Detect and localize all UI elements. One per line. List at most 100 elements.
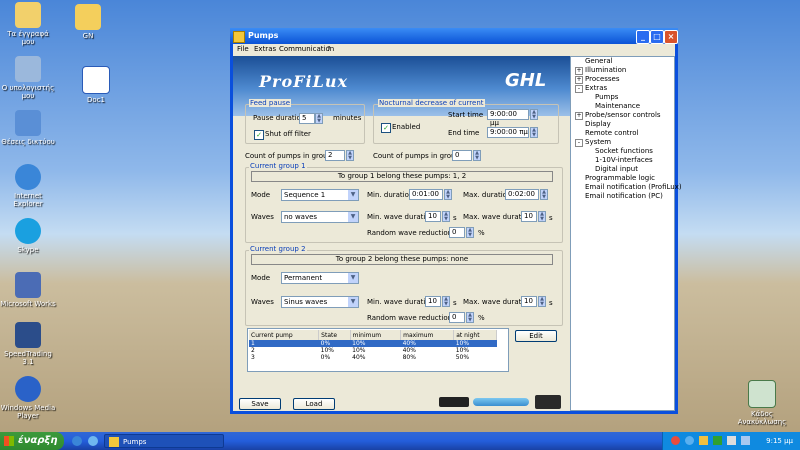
tree-item-extras[interactable]: - Extras [575, 84, 607, 93]
volume-icon[interactable] [727, 436, 736, 445]
media-quicklaunch-icon[interactable] [88, 436, 98, 446]
tree-item-processes[interactable]: + Processes [575, 75, 620, 84]
column-header-maximum[interactable]: maximum [400, 330, 455, 340]
tree-item-probe-sensor[interactable]: + Probe/sensor controls [575, 111, 661, 120]
close-button[interactable]: × [664, 30, 678, 44]
pause-duration-input[interactable]: 5 [299, 113, 315, 124]
tree-item-system[interactable]: - System [575, 138, 611, 147]
table-row[interactable]: 3 0% 40% 80% 50% [249, 354, 497, 361]
group2-min-wave-spinner[interactable]: ▲ ▼ [442, 296, 450, 307]
tray-icon[interactable] [671, 436, 680, 445]
table-cell: 40% [402, 347, 416, 354]
tree-item-digital-input[interactable]: Digital input [595, 165, 638, 173]
count-group1-input[interactable]: 2 [325, 150, 345, 161]
start-button[interactable]: έναρξη [0, 432, 64, 450]
expand-icon[interactable]: + [575, 67, 583, 75]
menu-help[interactable]: ? [327, 45, 331, 53]
desktop-icon-gn[interactable]: GN [60, 4, 116, 40]
group2-mode-label: Mode [251, 274, 271, 282]
table-row[interactable]: 1 0% 10% 40% 10% [249, 340, 497, 347]
group2-max-wave-spinner[interactable]: ▲ ▼ [538, 296, 546, 307]
tray-icon[interactable] [699, 436, 708, 445]
group1-min-wave-spinner[interactable]: ▲ ▼ [442, 211, 450, 222]
network-icon[interactable] [741, 436, 750, 445]
column-header-minimum[interactable]: minimum [350, 330, 402, 340]
tray-icon[interactable] [713, 436, 722, 445]
minimize-button[interactable]: _ [636, 30, 650, 44]
nocturnal-enabled-checkbox[interactable]: ✓ [381, 123, 391, 133]
count-group2-input[interactable]: 0 [452, 150, 472, 161]
tree-item-1-10v-interfaces[interactable]: 1-10V-interfaces [595, 156, 653, 164]
group1-min-duration-input[interactable]: 0:01:00 [409, 189, 443, 200]
table-row[interactable]: 2 10% 10% 40% 10% [249, 347, 497, 354]
end-time-input[interactable]: 9:00:00 πμ [487, 127, 529, 138]
tree-item-email-profilux[interactable]: Email notification (ProfiLux) [585, 183, 682, 191]
tree-item-label: Display [585, 120, 611, 128]
group1-max-wave-spinner[interactable]: ▲ ▼ [538, 211, 546, 222]
tree-item-socket-functions[interactable]: Socket functions [595, 147, 653, 155]
desktop-icon-network[interactable]: Θέσεις δικτύου [0, 110, 56, 146]
desktop-icon-skype[interactable]: Skype [0, 218, 56, 254]
menu-file[interactable]: File [237, 45, 249, 53]
start-time-input[interactable]: 9:00:00 μμ [487, 109, 529, 127]
expand-icon[interactable]: + [575, 76, 583, 84]
group1-max-wave-input[interactable]: 10 [521, 211, 537, 222]
group1-max-duration-input[interactable]: 0:02:00 [505, 189, 539, 200]
group1-waves-select[interactable]: no waves ▼ [281, 211, 359, 223]
group1-min-duration-spinner[interactable]: ▲ ▼ [444, 189, 452, 200]
save-button[interactable]: Save [239, 398, 281, 410]
group1-min-wave-input[interactable]: 10 [425, 211, 441, 222]
tree-item-maintenance[interactable]: Maintenance [595, 102, 640, 110]
my-documents-icon [15, 2, 41, 28]
desktop-icon-media-player[interactable]: Windows Media Player [0, 376, 56, 420]
pause-duration-spinner[interactable]: ▲ ▼ [315, 113, 323, 124]
group1-max-duration-spinner[interactable]: ▲ ▼ [540, 189, 548, 200]
group2-random-spinner[interactable]: ▲ ▼ [466, 312, 474, 323]
group2-waves-select[interactable]: Sinus waves ▼ [281, 296, 359, 308]
ie-quicklaunch-icon[interactable] [72, 436, 82, 446]
edit-button[interactable]: Edit [515, 330, 557, 342]
recycle-bin-icon [748, 380, 776, 408]
maximize-button[interactable]: □ [650, 30, 664, 44]
desktop-icon-my-computer[interactable]: Ο υπολογιστής μου [0, 56, 56, 100]
tree-item-illumination[interactable]: + Illumination [575, 66, 626, 75]
tree-item-remote-control[interactable]: Remote control [585, 129, 639, 137]
start-time-spinner[interactable]: ▲ ▼ [530, 109, 538, 120]
group1-mode-select[interactable]: Sequence 1 ▼ [281, 189, 359, 201]
title-bar[interactable]: Pumps _ □ × [230, 28, 678, 44]
column-header-state[interactable]: State [318, 330, 351, 340]
desktop-icon-doc1[interactable]: Doc1 [68, 66, 124, 104]
desktop-icon-speedtrading[interactable]: SpeedTrading 3.1 [0, 322, 56, 366]
column-header-at-night[interactable]: at night [453, 330, 497, 340]
end-time-spinner[interactable]: ▲ ▼ [530, 127, 538, 138]
desktop-icon-recycle-bin[interactable]: Κάδος Ανακύκλωσης [734, 380, 790, 426]
taskbar-item-pumps[interactable]: Pumps [104, 434, 224, 448]
pump-table-grid: Current pump State minimum maximum at ni… [249, 330, 497, 361]
count-group1-spinner[interactable]: ▲ ▼ [346, 150, 354, 161]
group2-mode-select[interactable]: Permanent ▼ [281, 272, 359, 284]
desktop-icon-ie[interactable]: Internet Explorer [0, 164, 56, 208]
group2-max-wave-input[interactable]: 10 [521, 296, 537, 307]
desktop-icon-works[interactable]: Microsoft Works [0, 272, 56, 308]
expand-icon[interactable]: + [575, 112, 583, 120]
tree-item-general[interactable]: General [585, 57, 613, 65]
group2-min-wave-input[interactable]: 10 [425, 296, 441, 307]
tree-item-programmable-logic[interactable]: Programmable logic [585, 174, 655, 182]
collapse-icon[interactable]: - [575, 139, 583, 147]
menu-extras[interactable]: Extras [254, 45, 276, 53]
group1-random-input[interactable]: 0 [449, 227, 465, 238]
tray-icon[interactable] [685, 436, 694, 445]
collapse-icon[interactable]: - [575, 85, 583, 93]
shutoff-filter-checkbox[interactable]: ✓ [254, 130, 264, 140]
column-header-current-pump[interactable]: Current pump [249, 330, 320, 340]
start-label: έναρξη [18, 435, 58, 446]
count-group2-spinner[interactable]: ▲ ▼ [473, 150, 481, 161]
tree-item-display[interactable]: Display [585, 120, 611, 128]
group1-random-spinner[interactable]: ▲ ▼ [466, 227, 474, 238]
tree-item-pumps[interactable]: Pumps [595, 93, 618, 101]
tree-item-email-pc[interactable]: Email notification (PC) [585, 192, 663, 200]
group2-random-input[interactable]: 0 [449, 312, 465, 323]
desktop-icon-my-documents[interactable]: Τα έγγραφά μου [0, 2, 56, 46]
menu-communication[interactable]: Communication [279, 45, 334, 53]
load-button[interactable]: Load [293, 398, 335, 410]
